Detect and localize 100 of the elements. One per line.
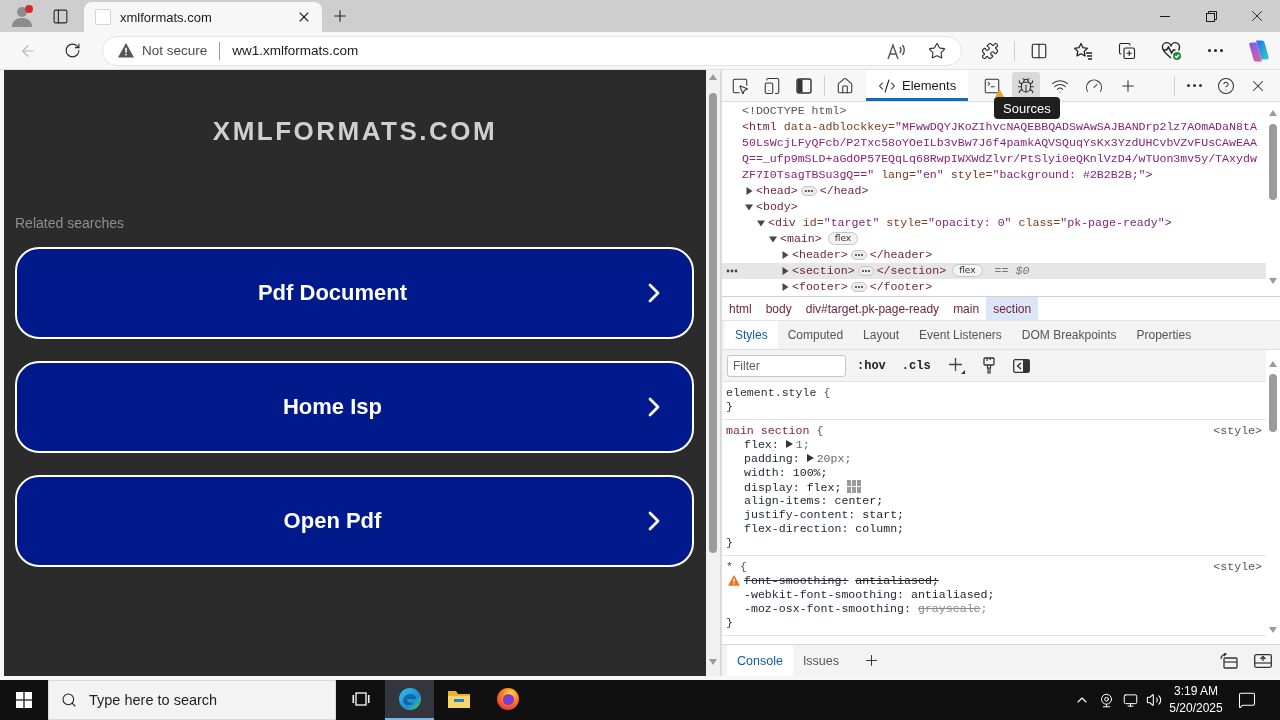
fox-browser-icon[interactable] [495,687,520,711]
scrollbar-thumb[interactable] [1269,374,1277,432]
folder-icon[interactable] [446,689,471,709]
scroll-down-arrow-icon[interactable] [1269,278,1277,284]
heart-pulse-icon [1160,40,1182,61]
css-property-name[interactable]: font-smoothing: [744,574,849,587]
ellipsis-badge-icon[interactable] [857,266,874,276]
css-property-value[interactable]: 1; [795,438,810,451]
taskbar-app-button[interactable] [385,680,434,720]
dom-node-row[interactable]: <main> flex [722,231,863,247]
disclosure-triangle-icon[interactable] [781,267,789,275]
sidebar-tab[interactable]: Event Listeners [909,321,1012,349]
css-property-value[interactable]: column; [855,522,905,535]
expand-triangle-icon[interactable] [785,439,793,448]
scroll-up-arrow-icon[interactable] [1269,110,1277,116]
home-icon [836,76,854,95]
dom-tag-text: <head> [756,183,798,199]
style-toggle-button[interactable]: .cls [898,356,934,375]
related-search-link[interactable]: Home Isp [15,361,694,453]
taskbar-search-field[interactable]: Type here to search [48,680,336,720]
task-view-icon[interactable] [351,691,370,707]
dom-tag-text: <html data-adblockkey="MFwwDQYJKoZIhvcNAQEBBQADSwAwSAJBANDrp2lz7AOmADaN8tA50LsWcjLFyQFcb/P2Txc58oYOeILb3vBw7J6f4pamkAQVSQuqYsKx3YzdUHCvbVZvFUsCAwEAAQ==_ufp9mSLD+aGdOP57EQqLq68RwpIWXWdZlvr/PtSlyi0eQKnlVzD4/wTUon3mv5y/TAxydwZF7I0TsagTBSu3gQ==" lang="en" style="background: #2B2B2B;"> [742,119,1258,183]
css-property-value[interactable]: grayscale; [917,602,988,615]
disclosure-triangle-icon[interactable] [745,187,753,195]
sidebar-tab[interactable]: Computed [777,321,854,349]
css-property-value[interactable]: antialiased; [855,574,939,587]
sidebar-tab[interactable]: DOM Breakpoints [1011,321,1127,349]
related-search-link[interactable]: Open Pdf [15,475,694,567]
ellipsis-badge-icon[interactable] [850,250,867,260]
css-property-name[interactable]: display: [744,480,800,494]
css-property-value[interactable]: 100%; [792,466,828,479]
panel-tab[interactable]: Elements [866,70,969,101]
breadcrumb[interactable]: main [946,297,987,320]
sidebar-toggle-button[interactable] [1010,356,1032,375]
sidebar-tab[interactable]: Properties [1126,321,1202,349]
breadcrumb[interactable]: body [758,297,799,320]
sidebar-tab[interactable]: Layout [853,321,910,349]
breadcrumb[interactable]: section [986,297,1039,320]
plus-icon [863,652,880,669]
browser-tab[interactable]: xmlformats.com [84,2,322,32]
scroll-up-arrow-icon[interactable] [1269,361,1277,367]
ellipsis-badge-icon[interactable] [800,186,817,196]
scrollbar-thumb[interactable] [709,93,717,553]
drawer-tab[interactable]: Console [727,645,793,676]
css-property-name[interactable]: width: [744,466,786,479]
address-bar[interactable]: Not secure ww1.xmlformats.com [102,35,962,66]
scrollbar-track[interactable] [706,70,720,676]
stylesheet-link[interactable]: <style> [1213,560,1262,574]
css-property-name[interactable]: -moz-osx-font-smoothing: [744,602,911,615]
css-property-value[interactable]: start; [862,508,905,521]
dom-node-row[interactable]: <footer> </footer> [722,279,933,295]
sidebar-tab[interactable]: Styles [725,321,778,349]
flex-badge[interactable]: flex [827,232,859,245]
dom-node-row[interactable]: <body> [722,199,798,215]
disclosure-triangle-icon[interactable] [757,219,765,227]
css-property-name[interactable]: flex-direction: [744,522,849,535]
disclosure-triangle-icon[interactable] [745,203,753,211]
drawer-tab[interactable]: Issues [792,645,849,676]
css-property-value[interactable]: center; [834,494,884,507]
dom-node-row[interactable]: <section> </section> flex == $0 [722,263,1266,279]
search-icon [61,692,77,708]
css-property-name[interactable]: -webkit-font-smoothing: [744,588,905,601]
disclosure-triangle-icon[interactable] [769,235,777,243]
css-property-value[interactable]: antialiased; [911,588,995,601]
clock-time: 3:19 AM [1174,683,1218,700]
ellipsis-badge-icon[interactable] [850,282,867,292]
address-url: ww1.xmlformats.com [232,43,360,58]
swirl-browser-icon[interactable] [397,687,422,711]
css-property-name[interactable]: padding: [744,452,800,465]
restore-icon [1205,10,1217,22]
expand-triangle-icon[interactable] [806,453,814,462]
split-screen-icon [1030,41,1048,60]
paint-brush-button[interactable] [980,355,997,376]
filter-input[interactable]: Filter [727,354,846,377]
css-property-name[interactable]: flex: [744,438,779,451]
scroll-down-arrow-icon[interactable] [1269,627,1277,633]
css-selector: main section { [726,424,824,438]
related-search-link[interactable]: Pdf Document [15,247,694,339]
stylesheet-link[interactable]: <style> [1213,424,1262,438]
css-property-name[interactable]: align-items: [744,494,828,507]
dom-node-row[interactable]: <header> </header> [722,247,933,263]
flex-badge[interactable]: flex [952,264,983,277]
flex-editor-icon[interactable] [847,480,862,493]
more-dots-icon[interactable] [726,269,738,273]
css-property-value[interactable]: 20px; [816,452,852,465]
disclosure-triangle-icon[interactable] [781,283,789,291]
dom-node-row[interactable]: <head> </head> [722,183,869,199]
panel-tab-button[interactable] [1012,71,1041,100]
css-property-value[interactable]: flex; [806,480,842,494]
dom-node-row[interactable]: <!DOCTYPE html> [722,103,847,119]
style-toggle-button[interactable]: :hov [854,356,889,375]
breadcrumb[interactable]: html [722,297,759,320]
breadcrumb[interactable]: div#target.pk-page-ready [798,297,947,320]
dock-side-icon [796,77,812,94]
css-property-name[interactable]: justify-content: [744,508,856,521]
scrollbar-thumb[interactable] [1269,124,1277,200]
dom-tag-text: <footer> [792,279,848,295]
disclosure-triangle-icon[interactable] [781,251,789,259]
puzzle-icon [981,41,999,60]
css-closing-brace: } [726,616,733,629]
